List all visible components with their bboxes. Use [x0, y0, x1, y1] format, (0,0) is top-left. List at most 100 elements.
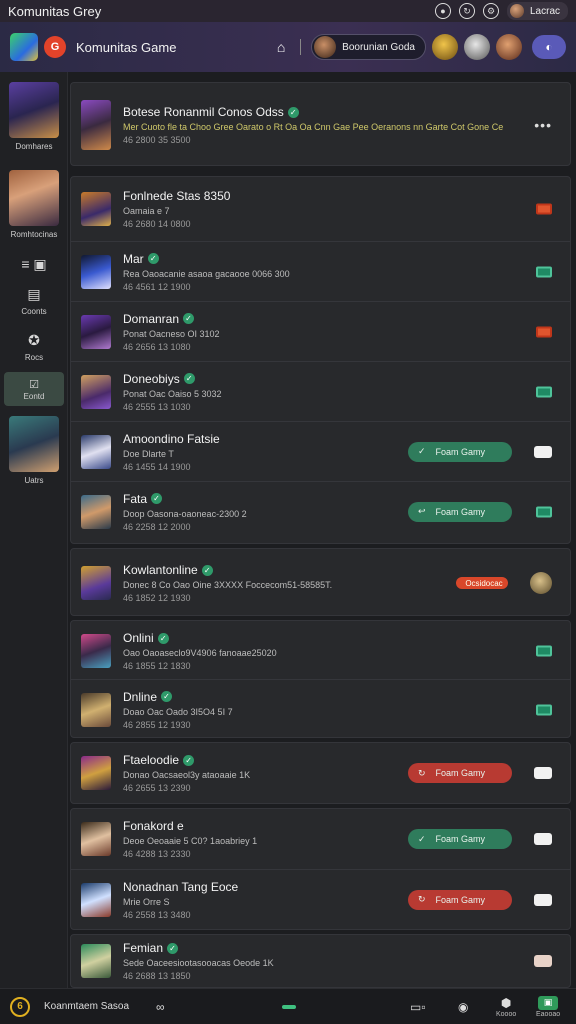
chat-icon[interactable] — [534, 955, 552, 967]
game-list-group: Fonakord e Deoe Oeoaaie 5 C0? 1aoabriey … — [70, 808, 571, 930]
table-row[interactable]: Fonlnede Stas 8350 Oamaia e 7 46 2680 14… — [71, 179, 570, 239]
chat-bubble-icon[interactable]: ▭▫ — [410, 1000, 426, 1014]
gamepad-icon: ▣ — [538, 995, 559, 1010]
settings-icon[interactable]: ⚙ — [482, 3, 499, 19]
app-logo-icon[interactable]: 6 — [10, 996, 30, 1017]
table-row[interactable]: Doneobiys ✓ Ponat Oac Oaiso 5 3032 46 255… — [71, 361, 570, 421]
game-thumbnail — [81, 374, 111, 409]
bottom-nav: 6 Koanmtaem Sasoa ∞ ▭▫ ◉ ⬢ Koooo ▣ Eaooa… — [0, 988, 576, 1024]
sidebar-item-romhtocinas[interactable]: Romhtocinas — [0, 170, 68, 239]
chat-icon[interactable] — [534, 767, 552, 779]
avatar[interactable] — [530, 572, 552, 594]
chat-icon[interactable] — [534, 445, 552, 458]
check-icon: ✓ — [418, 446, 426, 456]
row-info: Botese Ronanmil Conos Odss ✓ Mer Cuoto fl… — [123, 105, 570, 145]
verified-icon: ✓ — [151, 493, 163, 504]
table-row[interactable]: Amoondino Fatsie Doe Dlarte T 46 1455 14… — [71, 421, 570, 481]
table-row[interactable]: Dnline ✓ Doao Oac Oado 3I5O4 5I 7 46 2855… — [71, 679, 570, 739]
user-chip[interactable]: Lacrac — [506, 2, 568, 20]
verified-icon: ✓ — [201, 564, 213, 576]
game-thumbnail — [81, 192, 111, 226]
profile-chip[interactable]: Boorunian Goda — [311, 34, 426, 60]
profile-label: Boorunian Goda — [342, 41, 415, 53]
refresh-icon: ↻ — [418, 767, 426, 778]
row-meta: 46 4561 12 1900 — [123, 281, 191, 292]
record-icon[interactable]: ◉ — [458, 1000, 468, 1014]
table-row[interactable]: Femian ✓ Sede Oaceesiootasooacas Oeode 1K… — [71, 931, 570, 991]
game-thumbnail — [81, 944, 111, 978]
sidebar-item-label: Domhares — [15, 142, 53, 151]
table-row[interactable]: Ftaeloodie ✓ Donao Oacsaeol3y ataoaaie 1K… — [71, 743, 570, 803]
table-row[interactable]: Domanran ✓ Ponat Oacneso OI 3102 46 2656 … — [71, 301, 570, 361]
sidebar-item-active: ☑ Eontd — [4, 372, 64, 406]
bottom-nav-item[interactable]: ⬢ Koooo — [496, 996, 516, 1018]
join-button[interactable]: ↻ Foam Gamy — [408, 763, 512, 783]
table-row[interactable]: Fonakord e Deoe Oeoaaie 5 C0? 1aoabriey … — [71, 809, 570, 869]
row-meta: 46 2558 13 3480 — [123, 909, 191, 920]
link-icon[interactable]: ∞ — [156, 1000, 165, 1014]
table-row[interactable]: Kowlantonline ✓ Donec 8 Co Oao Oine 3XXXX… — [71, 553, 570, 613]
join-button[interactable]: ✓ Foam Gamy — [408, 829, 512, 849]
friend-avatar[interactable] — [464, 34, 490, 60]
status-badge — [536, 266, 552, 277]
sidebar-item-coonts[interactable]: ▤ Coonts — [0, 286, 68, 316]
row-meta: 46 2655 13 2390 — [123, 783, 191, 793]
sidebar-item-domhares[interactable]: Domhares — [0, 82, 68, 151]
sidebar-item-tools[interactable]: ≡ ▣ — [0, 256, 68, 273]
brand-icon: G — [44, 36, 66, 58]
game-thumbnail — [81, 822, 111, 856]
search-button[interactable]: ◐ — [532, 35, 566, 59]
sidebar-item-rocs[interactable]: ✪ Rocs — [0, 332, 68, 362]
chat-icon[interactable] — [534, 833, 552, 845]
join-button[interactable]: ↻ Foam Gamy — [408, 889, 512, 910]
game-thumbnail — [9, 170, 59, 226]
row-description: Doao Oac Oado 3I5O4 5I 7 — [123, 706, 233, 717]
verified-icon: ✓ — [287, 106, 299, 118]
sidebar-item-label: Coonts — [21, 307, 47, 316]
refresh-icon[interactable]: ↻ — [458, 3, 475, 19]
table-row[interactable]: Mar ✓ Rea Oaoacanie asaoa gacaooe 0066 30… — [71, 241, 570, 301]
game-thumbnail — [81, 434, 111, 469]
featured-row[interactable]: Botese Ronanmil Conos Odss ✓ Mer Cuoto fl… — [71, 93, 570, 157]
game-thumbnail — [9, 82, 59, 138]
cube-icon: ⬢ — [500, 995, 512, 1010]
sidebar-item-uatrs[interactable]: Uatrs — [0, 416, 68, 485]
table-row[interactable]: Nonadnan Tang Eoce Mrie Orre S 46 2558 1… — [71, 869, 570, 929]
row-name: Mar ✓ — [123, 252, 570, 266]
friend-avatar[interactable] — [496, 34, 522, 60]
row-meta: 46 2555 13 1030 — [123, 401, 191, 412]
bottom-nav-indicator[interactable] — [282, 1004, 296, 1009]
row-description: Oamaia e 7 — [123, 206, 170, 216]
row-name: Botese Ronanmil Conos Odss ✓ — [123, 105, 570, 119]
check-icon: ✓ — [418, 833, 426, 844]
game-list-group: Fonlnede Stas 8350 Oamaia e 7 46 2680 14… — [70, 176, 571, 544]
sidebar-item-eontd[interactable]: ☑ Eontd — [0, 372, 68, 406]
row-description: Sede Oaceesiootasooacas Oeode 1K — [123, 958, 274, 968]
row-meta: 46 2258 12 2000 — [123, 521, 191, 532]
row-meta: 46 1852 12 1930 — [123, 593, 191, 603]
friend-avatar[interactable] — [432, 34, 458, 60]
join-button[interactable]: ✓ Foam Gamy — [408, 441, 512, 462]
bottom-nav-item-active[interactable]: ▣ Eaooao — [536, 995, 561, 1018]
chat-icon[interactable] — [534, 893, 552, 906]
status-badge — [536, 203, 552, 215]
table-row[interactable]: Onlini ✓ Oao Oaoaseclo9V4906 fanoaae25020… — [71, 621, 570, 681]
bottom-nav-item-label: Eaooao — [536, 1010, 561, 1018]
more-options-icon[interactable]: ••• — [534, 117, 552, 133]
table-row[interactable]: Fata ✓ Doop Oasona-oaoneac-2300 2 46 2258… — [71, 481, 570, 541]
row-name: Onlini ✓ — [123, 631, 570, 645]
row-meta: 46 1855 12 1830 — [123, 661, 191, 671]
home-icon[interactable]: ⌂ — [272, 38, 290, 56]
join-button[interactable]: ↩ Foam Gamy — [408, 501, 512, 522]
game-thumbnail — [81, 100, 111, 150]
grid-icon: ≡ ▣ — [21, 256, 47, 272]
featured-card[interactable]: Botese Ronanmil Conos Odss ✓ Mer Cuoto fl… — [70, 82, 571, 166]
verified-icon: ✓ — [183, 754, 195, 766]
refresh-icon: ↻ — [418, 894, 426, 904]
person-icon[interactable]: ● — [434, 3, 451, 19]
app-header: G Komunitas Game ⌂ Boorunian Goda ◐ — [0, 22, 576, 72]
bottom-nav-item-label: Koooo — [496, 1010, 517, 1018]
row-name: Fonlnede Stas 8350 — [123, 189, 231, 203]
app-logo — [10, 33, 38, 61]
game-list-group: Onlini ✓ Oao Oaoaseclo9V4906 fanoaae25020… — [70, 620, 571, 738]
